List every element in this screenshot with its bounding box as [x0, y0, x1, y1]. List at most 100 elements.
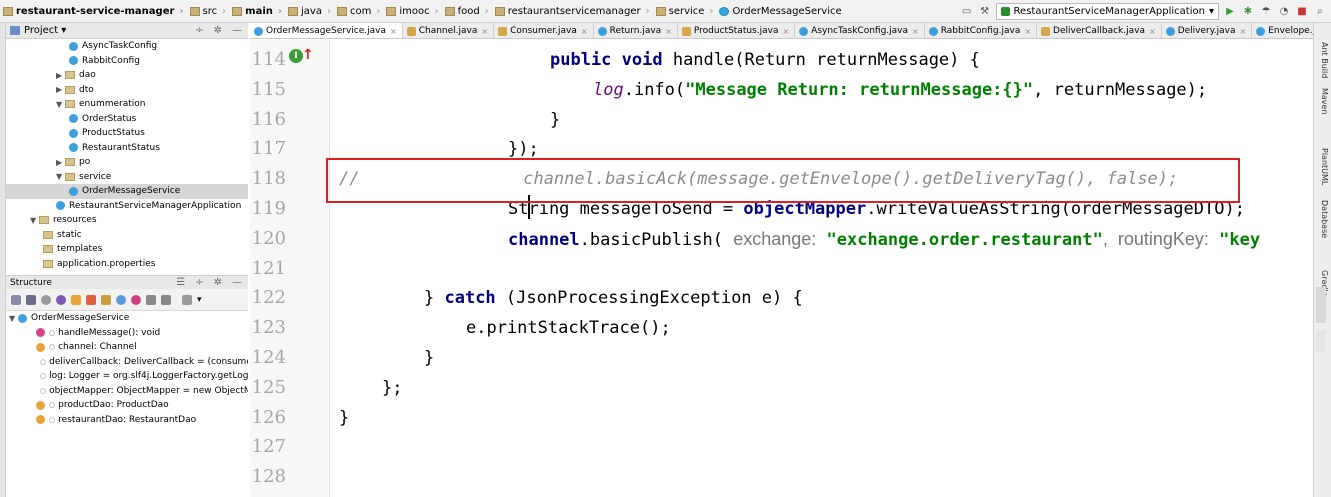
- collapse-icon[interactable]: [161, 294, 171, 305]
- close-icon[interactable]: ×: [581, 27, 588, 36]
- structure-member[interactable]: ○ log: Logger = org.slf4j.LoggerFactory.g…: [6, 369, 248, 384]
- profile-icon[interactable]: ◔: [1277, 5, 1291, 19]
- structure-member[interactable]: ○ handleMessage(): void: [6, 326, 248, 341]
- window-icon[interactable]: ▭: [960, 5, 974, 19]
- autoscroll-icon[interactable]: [182, 294, 192, 305]
- chevron-down-icon[interactable]: ▾: [197, 295, 207, 305]
- scroll-marker[interactable]: [1316, 330, 1326, 352]
- sort-alpha-icon[interactable]: [26, 294, 36, 305]
- code-line[interactable]: }: [550, 110, 560, 130]
- show-fields-icon[interactable]: [71, 294, 81, 305]
- tree-item[interactable]: RestaurantServiceManagerApplication: [6, 199, 248, 214]
- implements-gutter-icon[interactable]: I: [289, 49, 303, 63]
- code-line[interactable]: log.info("Message Return: returnMessage:…: [593, 80, 1207, 100]
- debug-icon[interactable]: ✱: [1241, 5, 1255, 19]
- tree-item[interactable]: OrderStatus: [6, 112, 248, 127]
- build-hammer-icon[interactable]: ⚒: [978, 5, 992, 19]
- editor-tab[interactable]: Consumer.java ×: [494, 23, 594, 38]
- right-tool-window-button[interactable]: Maven: [1315, 88, 1329, 115]
- stop-icon[interactable]: ■: [1295, 5, 1309, 19]
- collapse-icon[interactable]: ÷: [195, 25, 203, 36]
- code-line[interactable]: public void handle(Return returnMessage)…: [550, 50, 980, 70]
- code-editor[interactable]: public void handle(Return returnMessage)…: [331, 40, 1313, 497]
- right-tool-window-button[interactable]: Database: [1315, 200, 1329, 238]
- gear-icon[interactable]: ✲: [214, 25, 222, 36]
- tree-item[interactable]: static: [6, 228, 248, 243]
- breadcrumb-item[interactable]: src ›: [189, 6, 233, 17]
- editor-tab[interactable]: Delivery.java ×: [1162, 23, 1253, 38]
- chevron-down-icon[interactable]: ▼: [30, 216, 39, 225]
- tree-item[interactable]: OrderMessageService: [6, 184, 248, 199]
- tree-item[interactable]: ▼ enummeration: [6, 97, 248, 112]
- close-icon[interactable]: ×: [1240, 27, 1247, 36]
- breadcrumb-item[interactable]: service ›: [655, 6, 720, 17]
- gear-icon[interactable]: ✲: [214, 277, 222, 288]
- chevron-down-icon[interactable]: ▼: [9, 314, 18, 323]
- structure-root[interactable]: ▼ OrderMessageService: [6, 311, 248, 326]
- editor-tab[interactable]: OrderMessageService.java ×: [250, 23, 403, 38]
- search-icon[interactable]: ⌕: [1313, 5, 1327, 19]
- lambda-icon[interactable]: [131, 294, 141, 305]
- override-arrow-icon[interactable]: ↑: [302, 47, 314, 63]
- show-properties-icon[interactable]: [56, 294, 66, 305]
- sort-visibility-icon[interactable]: [11, 294, 21, 305]
- expand-icon[interactable]: [146, 294, 156, 305]
- close-icon[interactable]: ×: [912, 27, 919, 36]
- tree-item[interactable]: ▼ service: [6, 170, 248, 185]
- close-icon[interactable]: ×: [782, 27, 789, 36]
- editor-tab[interactable]: DeliverCallback.java ×: [1037, 23, 1162, 38]
- tree-item[interactable]: ▶ po: [6, 155, 248, 170]
- code-line[interactable]: };: [382, 378, 402, 398]
- right-tool-window-button[interactable]: PlantUML: [1315, 148, 1329, 185]
- code-line[interactable]: });: [508, 139, 539, 159]
- tree-item[interactable]: AsyncTaskConfig: [6, 39, 248, 54]
- show-lambdas-icon[interactable]: [101, 294, 111, 305]
- structure-member[interactable]: ○ objectMapper: ObjectMapper = new Object…: [6, 384, 248, 399]
- editor-tab[interactable]: ProductStatus.java ×: [678, 23, 796, 38]
- tree-item[interactable]: RabbitConfig: [6, 54, 248, 69]
- coverage-icon[interactable]: ☂: [1259, 5, 1273, 19]
- code-line[interactable]: e.printStackTrace();: [466, 318, 671, 338]
- minimize-icon[interactable]: —: [232, 277, 242, 288]
- breadcrumb-item[interactable]: imooc ›: [386, 6, 444, 17]
- code-line[interactable]: }: [424, 348, 434, 368]
- tree-item[interactable]: ▶ dao: [6, 68, 248, 83]
- tree-item[interactable]: ▼ resources: [6, 213, 248, 228]
- chevron-down-icon[interactable]: ▼: [56, 172, 65, 181]
- chevron-right-icon[interactable]: ▶: [56, 158, 65, 167]
- tree-item[interactable]: application.properties: [6, 257, 248, 272]
- structure-member[interactable]: ○ channel: Channel: [6, 340, 248, 355]
- breadcrumb-item[interactable]: main ›: [232, 6, 288, 17]
- close-icon[interactable]: ×: [665, 27, 672, 36]
- tree-item[interactable]: ▶ dto: [6, 83, 248, 98]
- collapse-all-icon[interactable]: ÷: [195, 277, 203, 288]
- close-icon[interactable]: ×: [1149, 27, 1156, 36]
- structure-member[interactable]: ○ restaurantDao: RestaurantDao: [6, 413, 248, 428]
- show-non-public-icon[interactable]: [86, 294, 96, 305]
- close-icon[interactable]: ×: [481, 27, 488, 36]
- code-line[interactable]: }: [339, 408, 349, 428]
- breadcrumb-item[interactable]: java ›: [288, 6, 337, 17]
- editor-tab[interactable]: Envelope.java×: [1252, 23, 1313, 38]
- tree-item[interactable]: ProductStatus: [6, 126, 248, 141]
- breadcrumb-item[interactable]: food ›: [444, 6, 495, 17]
- right-tool-window-button[interactable]: Ant Build: [1315, 42, 1329, 78]
- show-inherited-icon[interactable]: [41, 294, 51, 305]
- editor-tab[interactable]: RabbitConfig.java ×: [925, 23, 1038, 38]
- tree-item[interactable]: templates: [6, 242, 248, 257]
- chevron-right-icon[interactable]: ▶: [56, 85, 65, 94]
- expand-all-icon[interactable]: ☰: [176, 277, 185, 288]
- tree-item[interactable]: RestaurantStatus: [6, 141, 248, 156]
- structure-member[interactable]: ○ productDao: ProductDao: [6, 398, 248, 413]
- breadcrumb-item[interactable]: com ›: [336, 6, 386, 17]
- run-icon[interactable]: ▶: [1223, 5, 1237, 19]
- editor-tab[interactable]: Return.java ×: [594, 23, 678, 38]
- code-line[interactable]: channel.basicPublish( exchange: "exchang…: [508, 229, 1260, 250]
- structure-member[interactable]: ○ deliverCallback: DeliverCallback = (con…: [6, 355, 248, 370]
- scroll-marker[interactable]: [1316, 287, 1326, 323]
- anonymous-classes-icon[interactable]: [116, 294, 126, 305]
- project-panel-title[interactable]: Project: [24, 25, 58, 36]
- code-line[interactable]: } catch (JsonProcessingException e) {: [424, 288, 803, 308]
- close-icon[interactable]: ×: [390, 27, 397, 36]
- chevron-down-icon[interactable]: ▾: [61, 25, 66, 36]
